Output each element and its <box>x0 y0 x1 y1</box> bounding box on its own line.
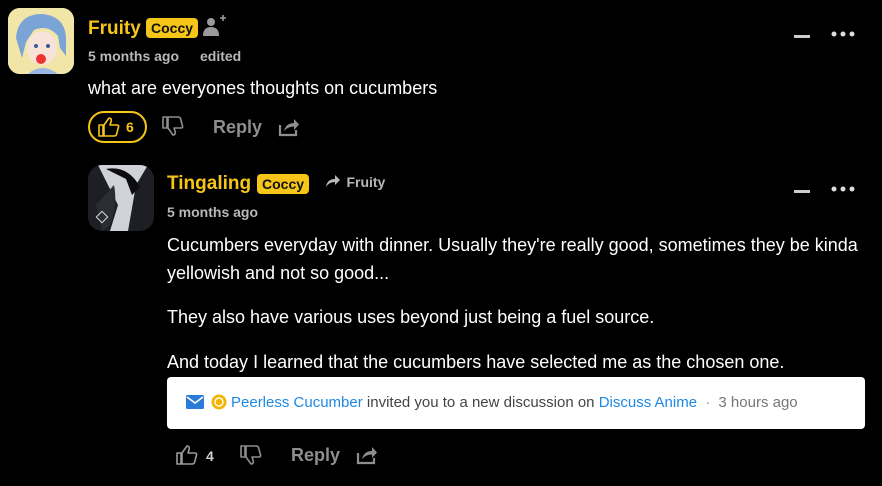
more-options-icon[interactable] <box>831 179 855 197</box>
thumbs-down-icon <box>162 116 184 136</box>
mail-icon <box>186 395 204 409</box>
embedded-screenshot: Peerless Cucumber invited you to a new d… <box>167 377 865 429</box>
avatar-fruity[interactable] <box>8 8 74 74</box>
comment-body: what are everyones thoughts on cucumbers <box>88 78 438 98</box>
reply-paragraph: They also have various uses beyond just … <box>167 307 655 327</box>
more-options-icon[interactable] <box>831 24 855 42</box>
share-icon[interactable] <box>356 445 378 470</box>
reply-timestamp: 5 months ago <box>167 204 259 220</box>
embed-user-link: Peerless Cucumber <box>231 394 363 411</box>
reply-button[interactable]: Reply <box>291 445 340 466</box>
reply-paragraph: Cucumbers everyday with dinner. Usually … <box>167 235 858 283</box>
like-button[interactable]: 6 <box>88 111 147 143</box>
embed-invite-text: invited you to a new discussion on <box>366 394 595 411</box>
follow-user-icon[interactable] <box>202 15 226 42</box>
collapse-icon[interactable] <box>794 26 810 44</box>
comment-timestamp: 5 months ago <box>88 48 180 64</box>
like-button[interactable] <box>176 445 198 470</box>
embed-separator: · <box>705 394 711 411</box>
reply-to-name: Fruity <box>346 174 386 190</box>
avatar-tingaling[interactable] <box>88 165 154 231</box>
reply-username[interactable]: Tingaling <box>167 173 251 195</box>
thumbs-down-icon <box>240 445 262 465</box>
user-badge: Coccy <box>146 18 199 38</box>
like-count: 6 <box>126 119 134 135</box>
share-icon[interactable] <box>278 117 300 142</box>
reply-paragraph: And today I learned that the cucumbers h… <box>167 352 785 372</box>
dislike-button[interactable] <box>162 116 184 141</box>
reply-to-link[interactable]: Fruity <box>325 174 385 192</box>
thumbs-up-icon <box>98 117 120 137</box>
collapse-icon[interactable] <box>794 181 810 199</box>
embed-time: 3 hours ago <box>718 394 798 411</box>
thumbs-up-icon <box>176 445 198 465</box>
reply-arrow-icon <box>326 175 340 187</box>
dislike-button[interactable] <box>240 445 262 470</box>
like-count: 4 <box>206 448 214 464</box>
user-badge-icon <box>211 394 227 410</box>
edited-label: edited <box>200 48 242 64</box>
comment-username[interactable]: Fruity <box>88 18 141 40</box>
user-badge: Coccy <box>257 174 310 194</box>
reply-button[interactable]: Reply <box>213 117 262 138</box>
embed-forum-link: Discuss Anime <box>598 394 698 411</box>
